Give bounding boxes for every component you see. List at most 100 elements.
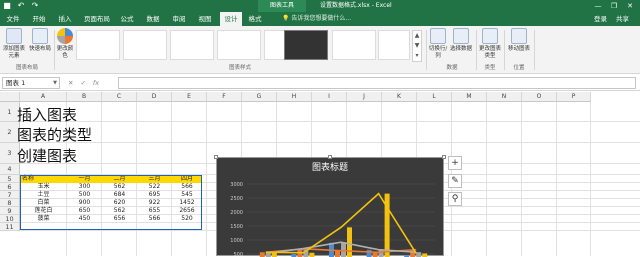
column-header-m[interactable]: M: [452, 92, 487, 102]
column-header-f[interactable]: F: [207, 92, 242, 102]
insert-function-icon[interactable]: fx: [93, 77, 99, 89]
select-all-corner[interactable]: [0, 92, 20, 102]
ribbon-separator: [54, 30, 55, 70]
chart-style-4[interactable]: [217, 30, 261, 60]
resize-handle-top-left[interactable]: [214, 155, 218, 159]
chart-elements-button[interactable]: +: [448, 156, 462, 170]
column-header-i[interactable]: I: [312, 92, 347, 102]
column-header-k[interactable]: K: [382, 92, 417, 102]
undo-icon[interactable]: ↶: [16, 1, 26, 11]
switch-row-column-button[interactable]: 切换行/列: [428, 28, 448, 62]
chart-style-7[interactable]: [332, 30, 376, 60]
bar: [309, 252, 315, 257]
group-label-data: 数据: [446, 65, 458, 71]
tab-page-layout[interactable]: 页面布局: [82, 12, 112, 26]
share-button[interactable]: 共享: [616, 12, 629, 26]
table-selection-border: [20, 175, 202, 230]
close-button[interactable]: ✕: [622, 0, 638, 12]
bar: [416, 252, 422, 257]
palette-icon: [57, 28, 73, 44]
row-header-5[interactable]: 5: [0, 175, 20, 183]
tab-format[interactable]: 格式: [246, 12, 264, 26]
chart-object[interactable]: 3000 2500 2000 1500 1000 500 图表标题: [216, 157, 444, 257]
column-header-e[interactable]: E: [172, 92, 207, 102]
chart-styles-button[interactable]: ✎: [448, 174, 462, 188]
column-header-l[interactable]: L: [417, 92, 452, 102]
column-header-o[interactable]: O: [522, 92, 557, 102]
column-header-d[interactable]: D: [137, 92, 172, 102]
column-header-j[interactable]: J: [347, 92, 382, 102]
tab-data[interactable]: 数据: [144, 12, 162, 26]
chart-style-1[interactable]: [76, 30, 120, 60]
select-data-button[interactable]: 选择数据: [450, 28, 472, 62]
y-tick-label: 2000: [230, 210, 243, 216]
quick-layout-icon: [32, 28, 48, 44]
resize-handle-top[interactable]: [328, 155, 332, 159]
column-header-c[interactable]: C: [102, 92, 137, 102]
tab-insert[interactable]: 插入: [56, 12, 74, 26]
sign-in-link[interactable]: 登录: [594, 12, 607, 26]
column-header-g[interactable]: G: [242, 92, 277, 102]
row-header-9[interactable]: 9: [0, 207, 20, 215]
column-header-a[interactable]: A: [20, 92, 67, 102]
tell-me-search[interactable]: 💡 告诉我您想要做什么...: [282, 12, 351, 26]
tab-formulas[interactable]: 公式: [118, 12, 136, 26]
ribbon-separator: [534, 30, 535, 70]
grid-line: [20, 142, 640, 143]
minimize-button[interactable]: —: [590, 0, 606, 12]
chart-style-8[interactable]: [378, 30, 410, 60]
chevron-down-icon[interactable]: ▼: [53, 78, 57, 88]
row-header-7[interactable]: 7: [0, 191, 20, 199]
tab-design[interactable]: 设计: [220, 12, 242, 26]
change-chart-type-button[interactable]: 更改图表类型: [478, 28, 502, 62]
cell-a3-text[interactable]: 创建图表: [17, 145, 77, 166]
row-header-6[interactable]: 6: [0, 183, 20, 191]
move-chart-button[interactable]: 移动图表: [506, 28, 532, 62]
window-controls: — ❐ ✕: [590, 0, 638, 12]
grid-line: [521, 102, 522, 256]
tab-view[interactable]: 视图: [196, 12, 214, 26]
name-box[interactable]: 图表 1 ▼: [2, 77, 60, 89]
row-header-10[interactable]: 10: [0, 215, 20, 223]
row-header-8[interactable]: 8: [0, 199, 20, 207]
chart-tools-label: 图表工具: [258, 0, 306, 12]
cell-a1-text[interactable]: 插入图表: [17, 104, 77, 125]
tab-file[interactable]: 文件: [4, 12, 22, 26]
redo-icon[interactable]: ↷: [30, 1, 40, 11]
chart-filters-button[interactable]: ⚲: [448, 192, 462, 206]
gallery-scroll[interactable]: ▲ ▼ ▾: [412, 30, 422, 62]
tell-me-text: 告诉我您想要做什么...: [291, 15, 352, 22]
add-chart-element-button[interactable]: 添加图表元素: [2, 28, 26, 62]
enter-icon[interactable]: ✓: [80, 77, 85, 89]
gallery-down-icon[interactable]: ▼: [413, 41, 421, 51]
column-header-h[interactable]: H: [277, 92, 312, 102]
column-header-n[interactable]: N: [487, 92, 522, 102]
tab-home[interactable]: 开始: [30, 12, 48, 26]
restore-button[interactable]: ❐: [606, 0, 622, 12]
column-header-b[interactable]: B: [67, 92, 102, 102]
grid-line: [206, 102, 207, 256]
chart-title[interactable]: 图表标题: [217, 160, 443, 173]
tab-review[interactable]: 审阅: [170, 12, 188, 26]
grid-line: [20, 121, 640, 122]
chart-style-6-selected[interactable]: [284, 30, 328, 60]
group-label-chart-styles: 图表样式: [228, 65, 251, 71]
cancel-icon[interactable]: ✕: [68, 77, 73, 89]
chart-style-2[interactable]: [123, 30, 167, 60]
quick-layout-button[interactable]: 快速布局: [28, 28, 52, 62]
column-header-p[interactable]: P: [557, 92, 591, 102]
resize-handle-top-right[interactable]: [442, 155, 446, 159]
chart-style-3[interactable]: [170, 30, 214, 60]
row-header-11[interactable]: 11: [0, 223, 20, 231]
cell-a2-text[interactable]: 图表的类型: [17, 124, 92, 145]
group-label-location: 位置: [513, 65, 525, 71]
group-label-chart-layouts: 图表布局: [15, 65, 38, 71]
gallery-more-icon[interactable]: ▾: [413, 51, 421, 61]
add-chart-element-label: 添加图表元素: [2, 46, 25, 59]
switch-row-column-label: 切换行/列: [428, 46, 448, 59]
save-icon[interactable]: ■: [2, 1, 12, 11]
change-colors-button[interactable]: 更改颜色: [56, 28, 74, 62]
formula-input[interactable]: [118, 77, 636, 89]
grid-line: [556, 102, 557, 256]
gallery-up-icon[interactable]: ▲: [413, 31, 421, 41]
